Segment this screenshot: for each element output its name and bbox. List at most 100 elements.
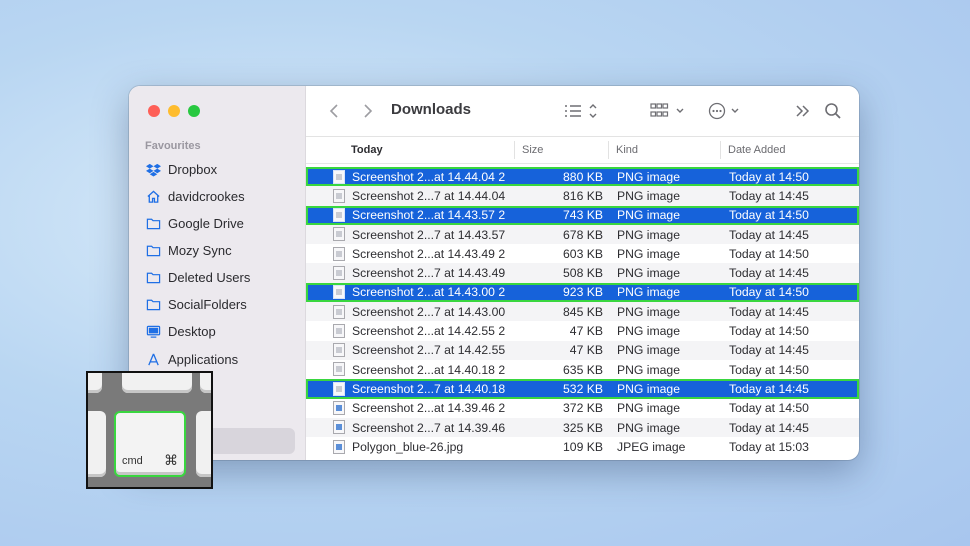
finder-window: Favourites Dropbox davidcrookes Google D… xyxy=(129,86,859,460)
applications-icon xyxy=(145,351,161,367)
file-name: Screenshot 2...7 at 14.44.04 xyxy=(352,188,506,203)
file-row[interactable]: Screenshot 2...7 at 14.44.04 816 KB PNG im… xyxy=(306,186,859,206)
file-date-added: Today at 14:45 xyxy=(729,188,809,203)
sidebar-item-deleted-users[interactable]: Deleted Users xyxy=(145,265,295,289)
sidebar-item-davidcrookes[interactable]: davidcrookes xyxy=(145,184,295,208)
file-row[interactable]: Screenshot 2...7 at 14.40.18 532 KB PNG im… xyxy=(306,379,859,399)
file-date-added: Today at 14:50 xyxy=(729,285,809,300)
png-file-icon xyxy=(333,188,345,203)
column-header-date-added[interactable]: Date Added xyxy=(728,144,786,156)
file-row[interactable]: Polygon_blue-26.jpg 109 KB JPEG image Today… xyxy=(306,437,859,456)
file-kind: PNG image xyxy=(617,169,680,184)
png-file-icon xyxy=(333,304,345,319)
file-row[interactable]: Screenshot 2...7 at 14.43.57 678 KB PNG im… xyxy=(306,224,859,245)
sidebar-item-desktop[interactable]: Desktop xyxy=(145,319,295,343)
command-symbol-icon: ⌘ xyxy=(164,452,178,468)
search-button[interactable] xyxy=(822,100,844,122)
column-header-size[interactable]: Size xyxy=(522,144,543,156)
png-file-icon xyxy=(333,381,345,396)
png-file-icon xyxy=(333,208,345,223)
file-date-added: Today at 14:50 xyxy=(729,401,809,416)
sidebar-section-favourites: Favourites xyxy=(145,140,201,152)
file-kind: PNG image xyxy=(617,188,680,203)
png-file-icon xyxy=(333,362,345,377)
png-file-icon xyxy=(333,265,345,280)
file-size: 372 KB xyxy=(563,401,603,416)
column-divider[interactable] xyxy=(720,141,721,159)
file-list: Screenshot 2...at 14.44.04 2 880 KB PNG im… xyxy=(306,167,859,456)
file-kind: PNG image xyxy=(617,324,680,339)
file-date-added: Today at 14:45 xyxy=(729,343,809,358)
folder-icon xyxy=(145,296,161,312)
file-size: 635 KB xyxy=(563,362,603,377)
file-kind: PNG image xyxy=(617,227,680,242)
keyboard-zoom-inset: cmd ⌘ xyxy=(86,371,213,489)
file-row[interactable]: Screenshot 2...at 14.43.49 2 603 KB PNG im… xyxy=(306,244,859,263)
sidebar-item-label: SocialFolders xyxy=(168,296,247,312)
file-size: 508 KB xyxy=(563,266,603,281)
minimize-window-button[interactable] xyxy=(168,105,180,117)
file-row[interactable]: Screenshot 2...at 14.42.55 2 47 KB PNG ima… xyxy=(306,321,859,340)
column-header-kind[interactable]: Kind xyxy=(616,144,638,156)
sidebar-item-label: Google Drive xyxy=(168,215,244,231)
file-row[interactable]: Screenshot 2...at 14.40.18 2 635 KB PNG im… xyxy=(306,360,859,379)
png-file-icon xyxy=(333,343,345,358)
file-size: 325 KB xyxy=(563,420,603,435)
file-row[interactable]: Screenshot 2...7 at 14.42.55 47 KB PNG ima… xyxy=(306,340,859,360)
file-date-added: Today at 14:45 xyxy=(729,266,809,281)
keyboard-key xyxy=(200,373,211,393)
keyboard-key xyxy=(196,411,211,477)
file-name: Polygon_blue-26.jpg xyxy=(352,439,464,454)
sidebar-item-dropbox[interactable]: Dropbox xyxy=(145,157,295,181)
file-date-added: Today at 14:45 xyxy=(729,420,809,435)
file-name: Screenshot 2...at 14.40.18 2 xyxy=(352,362,506,377)
file-row[interactable]: Screenshot 2...at 14.43.57 2 743 KB PNG im… xyxy=(306,205,859,225)
file-date-added: Today at 14:50 xyxy=(729,169,809,184)
file-size: 47 KB xyxy=(569,324,603,339)
file-name: Screenshot 2...7 at 14.43.57 xyxy=(352,227,506,242)
file-kind: PNG image xyxy=(617,246,680,261)
file-row[interactable]: Screenshot 2...7 at 14.43.00 845 KB PNG im… xyxy=(306,302,859,322)
sidebar-item-socialfolders[interactable]: SocialFolders xyxy=(145,292,295,316)
column-divider[interactable] xyxy=(514,141,515,159)
file-date-added: Today at 14:50 xyxy=(729,208,809,223)
png-file-icon xyxy=(333,285,345,300)
back-button[interactable] xyxy=(324,100,344,122)
file-size: 923 KB xyxy=(563,285,603,300)
file-size: 603 KB xyxy=(563,246,603,261)
png-file-icon xyxy=(333,420,345,435)
file-row[interactable]: Screenshot 2...7 at 14.43.49 508 KB PNG im… xyxy=(306,263,859,283)
file-kind: PNG image xyxy=(617,420,680,435)
zoom-window-button[interactable] xyxy=(188,105,200,117)
actions-button[interactable] xyxy=(707,100,745,122)
file-date-added: Today at 15:03 xyxy=(729,439,809,454)
more-toolbar-button[interactable] xyxy=(793,100,813,122)
file-name: Screenshot 2...7 at 14.42.55 xyxy=(352,343,506,358)
file-kind: PNG image xyxy=(617,266,680,281)
sidebar-item-label: Mozy Sync xyxy=(168,242,232,258)
toolbar: Downloads xyxy=(306,86,859,137)
file-size: 47 KB xyxy=(569,343,603,358)
sidebar-item-label: davidcrookes xyxy=(168,188,245,204)
file-kind: PNG image xyxy=(617,285,680,300)
close-window-button[interactable] xyxy=(148,105,160,117)
file-row[interactable]: Screenshot 2...at 14.39.46 2 372 KB PNG im… xyxy=(306,399,859,418)
file-size: 532 KB xyxy=(563,381,603,396)
column-divider[interactable] xyxy=(608,141,609,159)
file-size: 743 KB xyxy=(563,208,603,223)
jpeg-file-icon xyxy=(333,439,345,454)
column-header-name[interactable]: Today xyxy=(351,144,383,156)
sidebar-item-applications[interactable]: Applications xyxy=(145,347,295,371)
forward-button[interactable] xyxy=(358,100,378,122)
window-title: Downloads xyxy=(391,101,472,118)
sidebar-item-label: Desktop xyxy=(168,323,216,339)
group-by-button[interactable] xyxy=(649,100,689,122)
file-row[interactable]: Screenshot 2...7 at 14.39.46 325 KB PNG im… xyxy=(306,417,859,438)
file-row[interactable]: Screenshot 2...at 14.44.04 2 880 KB PNG im… xyxy=(306,167,859,187)
sidebar-item-mozy-sync[interactable]: Mozy Sync xyxy=(145,238,295,262)
sidebar-item-google-drive[interactable]: Google Drive xyxy=(145,211,295,235)
command-key: cmd ⌘ xyxy=(114,411,186,477)
file-kind: PNG image xyxy=(617,304,680,319)
file-row[interactable]: Screenshot 2...at 14.43.00 2 923 KB PNG im… xyxy=(306,282,859,303)
list-view-button[interactable] xyxy=(563,100,601,122)
